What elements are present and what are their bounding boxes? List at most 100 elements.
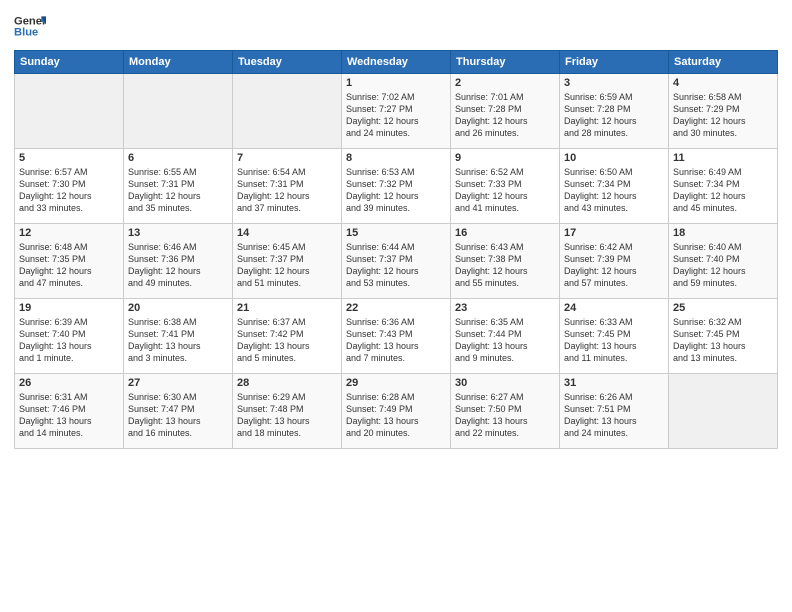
weekday-header-thursday: Thursday (451, 51, 560, 74)
day-info: Sunrise: 6:37 AM Sunset: 7:42 PM Dayligh… (237, 316, 337, 365)
day-info: Sunrise: 6:53 AM Sunset: 7:32 PM Dayligh… (346, 166, 446, 215)
day-info: Sunrise: 6:29 AM Sunset: 7:48 PM Dayligh… (237, 391, 337, 440)
weekday-header-wednesday: Wednesday (342, 51, 451, 74)
day-info: Sunrise: 6:46 AM Sunset: 7:36 PM Dayligh… (128, 241, 228, 290)
svg-text:Blue: Blue (14, 27, 38, 39)
day-info: Sunrise: 6:52 AM Sunset: 7:33 PM Dayligh… (455, 166, 555, 215)
logo-icon: General Blue (14, 10, 46, 42)
day-number: 14 (237, 227, 337, 239)
day-info: Sunrise: 6:59 AM Sunset: 7:28 PM Dayligh… (564, 91, 664, 140)
day-info: Sunrise: 6:48 AM Sunset: 7:35 PM Dayligh… (19, 241, 119, 290)
calendar-header: SundayMondayTuesdayWednesdayThursdayFrid… (15, 51, 778, 74)
day-cell: 8 Sunrise: 6:53 AM Sunset: 7:32 PM Daylig… (342, 149, 451, 224)
weekday-header-sunday: Sunday (15, 51, 124, 74)
day-number: 10 (564, 152, 664, 164)
day-number: 15 (346, 227, 446, 239)
week-row-2: 5 Sunrise: 6:57 AM Sunset: 7:30 PM Daylig… (15, 149, 778, 224)
week-row-5: 26 Sunrise: 6:31 AM Sunset: 7:46 PM Dayli… (15, 374, 778, 449)
day-info: Sunrise: 6:42 AM Sunset: 7:39 PM Dayligh… (564, 241, 664, 290)
logo: General Blue (14, 10, 46, 42)
day-info: Sunrise: 6:45 AM Sunset: 7:37 PM Dayligh… (237, 241, 337, 290)
page: General Blue SundayMondayTuesdayWednesda… (0, 0, 792, 612)
day-cell: 16 Sunrise: 6:43 AM Sunset: 7:38 PM Dayli… (451, 224, 560, 299)
day-cell: 21 Sunrise: 6:37 AM Sunset: 7:42 PM Dayli… (233, 299, 342, 374)
day-cell: 20Sunrise: 6:38 AM Sunset: 7:41 PM Dayli… (124, 299, 233, 374)
day-number: 13 (128, 227, 228, 239)
day-cell: 5 Sunrise: 6:57 AM Sunset: 7:30 PM Daylig… (15, 149, 124, 224)
day-cell: 2Sunrise: 7:01 AM Sunset: 7:28 PM Daylig… (451, 74, 560, 149)
day-number: 11 (673, 152, 773, 164)
day-number: 31 (564, 377, 664, 389)
day-info: Sunrise: 6:57 AM Sunset: 7:30 PM Dayligh… (19, 166, 119, 215)
week-row-4: 19 Sunrise: 6:39 AM Sunset: 7:40 PM Dayli… (15, 299, 778, 374)
day-info: Sunrise: 6:44 AM Sunset: 7:37 PM Dayligh… (346, 241, 446, 290)
calendar-body: 1 Sunrise: 7:02 AM Sunset: 7:27 PM Daylig… (15, 74, 778, 449)
day-cell: 19 Sunrise: 6:39 AM Sunset: 7:40 PM Dayli… (15, 299, 124, 374)
day-cell: 25 Sunrise: 6:32 AM Sunset: 7:45 PM Dayli… (669, 299, 778, 374)
day-cell: 29Sunrise: 6:28 AM Sunset: 7:49 PM Dayli… (342, 374, 451, 449)
day-cell: 18Sunrise: 6:40 AM Sunset: 7:40 PM Dayli… (669, 224, 778, 299)
day-cell: 15 Sunrise: 6:44 AM Sunset: 7:37 PM Dayli… (342, 224, 451, 299)
calendar-table: SundayMondayTuesdayWednesdayThursdayFrid… (14, 50, 778, 449)
day-number: 16 (455, 227, 555, 239)
day-info: Sunrise: 6:38 AM Sunset: 7:41 PM Dayligh… (128, 316, 228, 365)
day-cell: 31 Sunrise: 6:26 AM Sunset: 7:51 PM Dayli… (560, 374, 669, 449)
day-number: 22 (346, 302, 446, 314)
day-cell (669, 374, 778, 449)
day-number: 9 (455, 152, 555, 164)
day-number: 8 (346, 152, 446, 164)
day-info: Sunrise: 6:43 AM Sunset: 7:38 PM Dayligh… (455, 241, 555, 290)
day-cell: 26 Sunrise: 6:31 AM Sunset: 7:46 PM Dayli… (15, 374, 124, 449)
day-info: Sunrise: 7:02 AM Sunset: 7:27 PM Dayligh… (346, 91, 446, 140)
day-number: 4 (673, 77, 773, 89)
day-cell (233, 74, 342, 149)
day-number: 21 (237, 302, 337, 314)
day-cell: 4 Sunrise: 6:58 AM Sunset: 7:29 PM Daylig… (669, 74, 778, 149)
day-info: Sunrise: 6:54 AM Sunset: 7:31 PM Dayligh… (237, 166, 337, 215)
day-cell: 6 Sunrise: 6:55 AM Sunset: 7:31 PM Daylig… (124, 149, 233, 224)
day-number: 5 (19, 152, 119, 164)
day-info: Sunrise: 6:26 AM Sunset: 7:51 PM Dayligh… (564, 391, 664, 440)
day-info: Sunrise: 6:33 AM Sunset: 7:45 PM Dayligh… (564, 316, 664, 365)
day-number: 24 (564, 302, 664, 314)
day-number: 25 (673, 302, 773, 314)
day-cell: 12Sunrise: 6:48 AM Sunset: 7:35 PM Dayli… (15, 224, 124, 299)
day-number: 6 (128, 152, 228, 164)
day-number: 7 (237, 152, 337, 164)
day-cell: 23Sunrise: 6:35 AM Sunset: 7:44 PM Dayli… (451, 299, 560, 374)
day-cell: 9 Sunrise: 6:52 AM Sunset: 7:33 PM Daylig… (451, 149, 560, 224)
day-cell: 22 Sunrise: 6:36 AM Sunset: 7:43 PM Dayli… (342, 299, 451, 374)
day-number: 30 (455, 377, 555, 389)
day-cell (124, 74, 233, 149)
day-number: 19 (19, 302, 119, 314)
day-cell: 30 Sunrise: 6:27 AM Sunset: 7:50 PM Dayli… (451, 374, 560, 449)
day-info: Sunrise: 6:32 AM Sunset: 7:45 PM Dayligh… (673, 316, 773, 365)
day-cell: 13 Sunrise: 6:46 AM Sunset: 7:36 PM Dayli… (124, 224, 233, 299)
day-info: Sunrise: 6:55 AM Sunset: 7:31 PM Dayligh… (128, 166, 228, 215)
day-info: Sunrise: 6:49 AM Sunset: 7:34 PM Dayligh… (673, 166, 773, 215)
day-cell: 10Sunrise: 6:50 AM Sunset: 7:34 PM Dayli… (560, 149, 669, 224)
day-cell: 24 Sunrise: 6:33 AM Sunset: 7:45 PM Dayli… (560, 299, 669, 374)
day-cell: 3Sunrise: 6:59 AM Sunset: 7:28 PM Daylig… (560, 74, 669, 149)
day-info: Sunrise: 6:31 AM Sunset: 7:46 PM Dayligh… (19, 391, 119, 440)
header: General Blue (14, 10, 778, 42)
day-number: 17 (564, 227, 664, 239)
day-number: 1 (346, 77, 446, 89)
week-row-3: 12Sunrise: 6:48 AM Sunset: 7:35 PM Dayli… (15, 224, 778, 299)
day-info: Sunrise: 6:27 AM Sunset: 7:50 PM Dayligh… (455, 391, 555, 440)
day-info: Sunrise: 6:30 AM Sunset: 7:47 PM Dayligh… (128, 391, 228, 440)
day-number: 26 (19, 377, 119, 389)
day-cell: 1 Sunrise: 7:02 AM Sunset: 7:27 PM Daylig… (342, 74, 451, 149)
weekday-header-friday: Friday (560, 51, 669, 74)
day-info: Sunrise: 6:58 AM Sunset: 7:29 PM Dayligh… (673, 91, 773, 140)
day-cell (15, 74, 124, 149)
day-cell: 11 Sunrise: 6:49 AM Sunset: 7:34 PM Dayli… (669, 149, 778, 224)
day-number: 2 (455, 77, 555, 89)
day-cell: 27Sunrise: 6:30 AM Sunset: 7:47 PM Dayli… (124, 374, 233, 449)
day-cell: 17 Sunrise: 6:42 AM Sunset: 7:39 PM Dayli… (560, 224, 669, 299)
day-number: 18 (673, 227, 773, 239)
day-cell: 14 Sunrise: 6:45 AM Sunset: 7:37 PM Dayli… (233, 224, 342, 299)
weekday-header-saturday: Saturday (669, 51, 778, 74)
day-info: Sunrise: 6:39 AM Sunset: 7:40 PM Dayligh… (19, 316, 119, 365)
day-info: Sunrise: 6:36 AM Sunset: 7:43 PM Dayligh… (346, 316, 446, 365)
